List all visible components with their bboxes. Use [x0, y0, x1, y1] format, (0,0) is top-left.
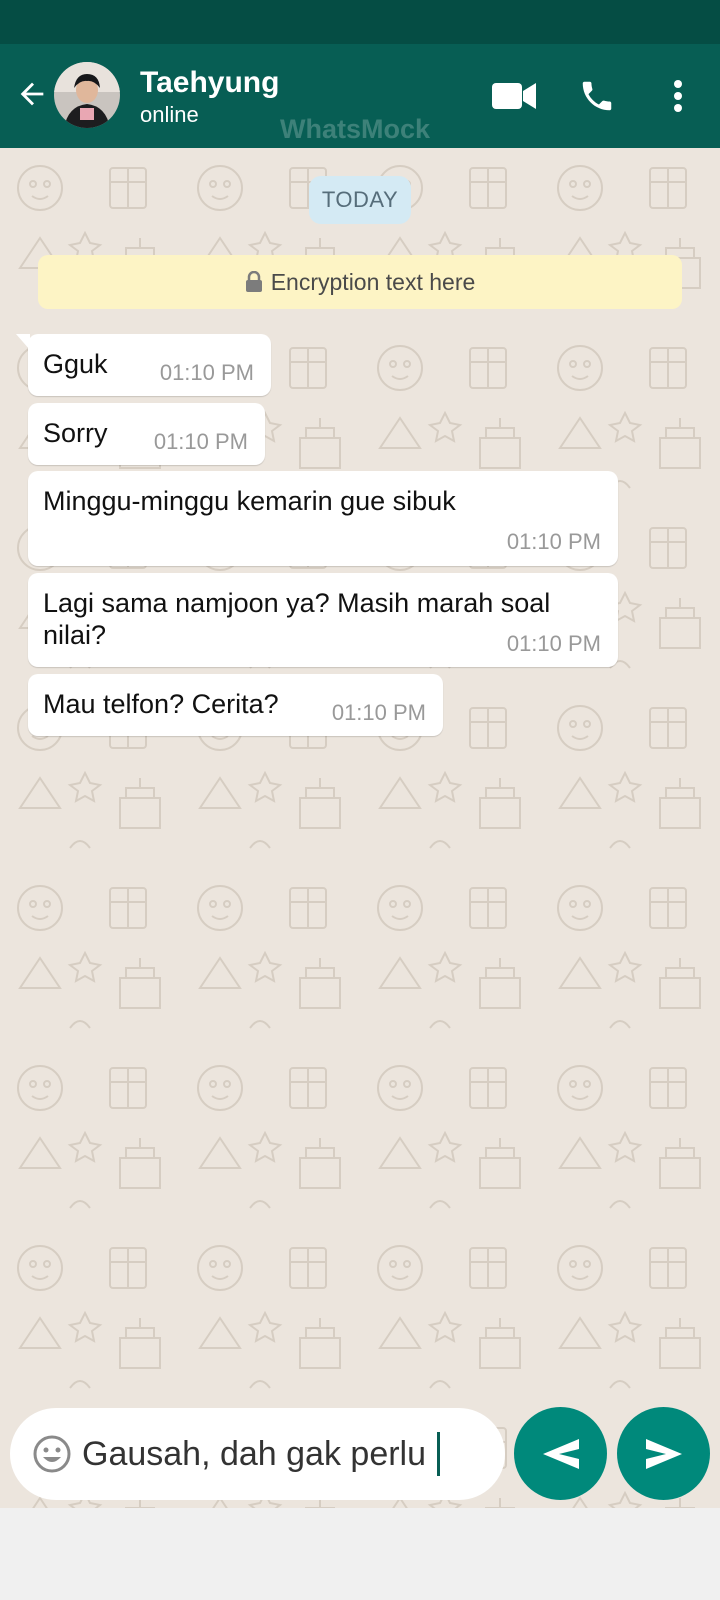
back-button[interactable]	[12, 74, 52, 114]
text-cursor	[437, 1432, 440, 1476]
message-text: Mau telfon? Cerita?	[43, 689, 279, 719]
message-composer	[10, 1408, 505, 1500]
message-time: 01:10 PM	[506, 529, 601, 554]
encryption-text: Encryption text here	[270, 268, 476, 295]
bubble-tail	[16, 334, 30, 350]
message-bubble[interactable]: Sorry 01:10 PM	[28, 403, 265, 465]
message-time: 01:10 PM	[159, 360, 254, 385]
chat-header: Taehyung online WhatsMock	[0, 44, 720, 148]
date-chip: TODAY	[309, 176, 411, 224]
contact-name[interactable]: Taehyung	[140, 66, 279, 100]
more-options-button[interactable]	[654, 72, 702, 120]
status-bar	[0, 0, 720, 44]
voice-call-button[interactable]	[573, 72, 621, 120]
message-time: 01:10 PM	[331, 700, 426, 725]
message-bubble[interactable]: Mau telfon? Cerita? 01:10 PM	[28, 674, 443, 736]
message-input[interactable]	[82, 1430, 482, 1478]
video-call-icon	[492, 83, 536, 109]
message-bubble[interactable]: Lagi sama namjoon ya? Masih marah soal n…	[28, 573, 618, 667]
video-call-button[interactable]	[490, 72, 538, 120]
emoji-icon	[33, 1435, 71, 1473]
message-time: 01:10 PM	[506, 631, 601, 656]
message-time: 01:10 PM	[153, 429, 248, 454]
send-arrow-icon	[645, 1438, 682, 1469]
receive-arrow-icon	[542, 1438, 579, 1469]
system-nav-bar	[0, 1508, 720, 1600]
message-text: Gguk	[43, 349, 108, 379]
message-text: Minggu-minggu kemarin gue sibuk	[43, 486, 456, 516]
more-vert-icon	[674, 80, 682, 112]
chat-area[interactable]: TODAY Encryption text here Gguk 01:10 PM…	[0, 148, 720, 1508]
back-arrow-icon	[20, 82, 44, 106]
phone-call-icon	[582, 81, 612, 111]
encryption-notice[interactable]: Encryption text here	[38, 255, 682, 309]
receive-message-button[interactable]	[514, 1407, 607, 1500]
message-text: Sorry	[43, 418, 108, 448]
message-bubble[interactable]: Minggu-minggu kemarin gue sibuk 01:10 PM	[28, 471, 618, 566]
message-text: Lagi sama namjoon ya? Masih marah soal n…	[43, 588, 551, 650]
contact-status: online	[140, 102, 199, 127]
avatar[interactable]	[54, 62, 120, 128]
message-bubble[interactable]: Gguk 01:10 PM	[16, 334, 271, 396]
lock-icon	[245, 271, 262, 292]
emoji-button[interactable]	[32, 1434, 72, 1474]
watermark-text: WhatsMock	[280, 114, 431, 144]
send-button[interactable]	[617, 1407, 710, 1500]
